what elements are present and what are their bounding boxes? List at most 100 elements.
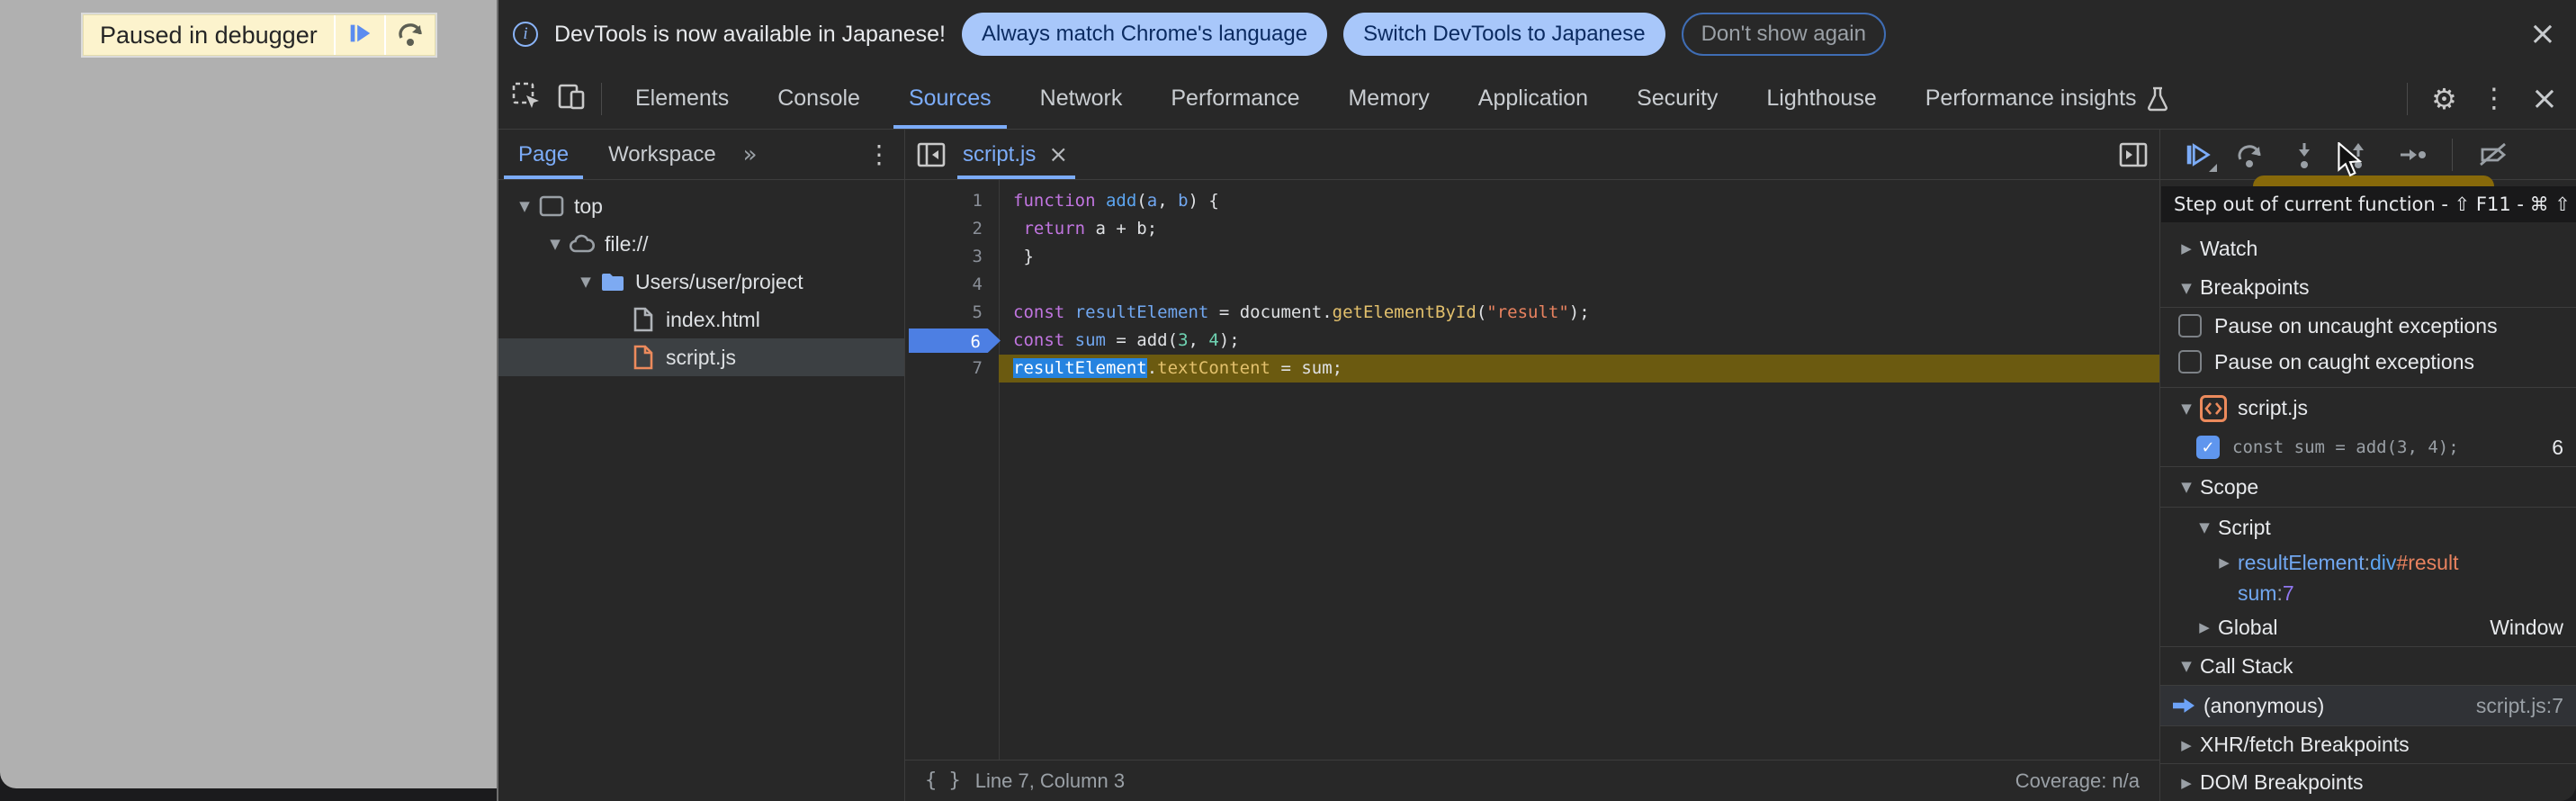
line-number-6[interactable]: 6 bbox=[905, 327, 999, 355]
step-button[interactable] bbox=[2398, 140, 2427, 169]
tree-item-script-js[interactable]: script.js bbox=[498, 338, 904, 376]
scope-section-header[interactable]: ▼ Scope bbox=[2160, 466, 2576, 508]
code-text[interactable]: function add(a, b) { bbox=[999, 187, 2159, 215]
breakpoint-line-number: 6 bbox=[2552, 436, 2563, 460]
source-code-viewer: 1function add(a, b) {2 return a + b;3 }4… bbox=[905, 180, 2159, 760]
notification-bar: i DevTools is now available in Japanese!… bbox=[498, 0, 2576, 68]
tree-item-file-protocol[interactable]: ▼ file:// bbox=[498, 225, 904, 263]
switch-devtools-japanese-button[interactable]: Switch DevTools to Japanese bbox=[1343, 13, 1665, 56]
pause-uncaught-label: Pause on uncaught exceptions bbox=[2214, 314, 2498, 338]
deactivate-breakpoints-button[interactable] bbox=[2478, 140, 2509, 169]
code-text[interactable]: } bbox=[999, 243, 2159, 271]
navigator-kebab-icon[interactable]: ⋮ bbox=[866, 140, 892, 169]
code-text[interactable] bbox=[999, 271, 2159, 299]
line-number-5[interactable]: 5 bbox=[905, 299, 999, 327]
pause-caught-checkbox[interactable] bbox=[2178, 350, 2202, 374]
call-stack-section-header[interactable]: ▼ Call Stack bbox=[2160, 646, 2576, 686]
frame-icon bbox=[538, 193, 565, 220]
file-tree: ▼ top ▼ file:// ▼ bbox=[498, 180, 904, 376]
step-over-button[interactable] bbox=[384, 15, 435, 55]
tab-application[interactable]: Application bbox=[1454, 68, 1612, 129]
collapse-debugger-sidebar-icon[interactable] bbox=[2118, 140, 2149, 170]
line-number-3[interactable]: 3 bbox=[905, 243, 999, 271]
debugger-toolbar bbox=[2160, 130, 2576, 180]
breakpoint-enabled-checkbox[interactable]: ✓ bbox=[2196, 436, 2220, 459]
tab-performance-insights[interactable]: Performance insights bbox=[1901, 68, 2194, 129]
code-text[interactable]: const resultElement = document.getElemen… bbox=[999, 299, 2159, 327]
caret-right-icon: ▶ bbox=[2173, 775, 2200, 791]
tab-memory[interactable]: Memory bbox=[1324, 68, 1453, 129]
devtools-close-icon[interactable]: × bbox=[2531, 83, 2558, 115]
inspect-element-icon[interactable] bbox=[511, 81, 542, 116]
line-number-2[interactable]: 2 bbox=[905, 215, 999, 243]
var-name: sum bbox=[2238, 581, 2276, 606]
call-stack-frame[interactable]: (anonymous) script.js:7 bbox=[2160, 686, 2576, 725]
resume-script-button[interactable] bbox=[334, 15, 384, 55]
caret-right-icon: ▶ bbox=[2173, 737, 2200, 753]
navigator-tabs: Page Workspace » ⋮ bbox=[498, 130, 904, 180]
collapse-navigator-icon[interactable] bbox=[916, 140, 947, 170]
code-text[interactable]: resultElement.textContent = sum; bbox=[999, 355, 2159, 382]
code-text[interactable]: return a + b; bbox=[999, 215, 2159, 243]
scope-label: Scope bbox=[2200, 475, 2258, 500]
more-options-kebab-icon[interactable]: ⋮ bbox=[2481, 83, 2508, 114]
always-match-language-button[interactable]: Always match Chrome's language bbox=[962, 13, 1327, 56]
pretty-print-icon[interactable]: { } bbox=[925, 770, 961, 792]
editor-tab-script-js[interactable]: script.js × bbox=[957, 130, 1084, 179]
step-into-button[interactable] bbox=[2290, 140, 2319, 169]
tab-network[interactable]: Network bbox=[1016, 68, 1147, 129]
breakpoints-section-header[interactable]: ▼ Breakpoints bbox=[2160, 268, 2576, 308]
tabbar-separator bbox=[601, 83, 602, 115]
caret-down-icon: ▼ bbox=[513, 198, 536, 214]
tree-item-project-folder[interactable]: ▼ Users/user/project bbox=[498, 263, 904, 301]
tab-page[interactable]: Page bbox=[498, 130, 588, 179]
panel-tab-strip: Elements Console SourcesNetwork Performance… bbox=[611, 68, 2194, 129]
editor-tab-close-icon[interactable]: × bbox=[1048, 143, 1068, 166]
tab-security[interactable]: Security bbox=[1612, 68, 1742, 129]
breakpoint-file-group[interactable]: ▼ script.js bbox=[2160, 387, 2576, 428]
breakpoint-badge[interactable]: 6 bbox=[909, 328, 1001, 353]
devtools-tabbar: Elements Console SourcesNetwork Performance… bbox=[498, 68, 2576, 130]
scope-script-group[interactable]: ▼ Script bbox=[2160, 508, 2576, 547]
tab-workspace[interactable]: Workspace bbox=[588, 130, 736, 179]
device-toolbar-icon[interactable] bbox=[556, 81, 587, 116]
dom-breakpoints-section-header[interactable]: ▶ DOM Breakpoints bbox=[2160, 763, 2576, 801]
line-number-4[interactable]: 4 bbox=[905, 271, 999, 299]
step-over-icon bbox=[396, 19, 425, 52]
code-text[interactable]: const sum = add(3, 4); bbox=[999, 327, 2159, 355]
dont-show-again-button[interactable]: Don't show again bbox=[1682, 13, 1886, 56]
watch-section-header[interactable]: ▶ Watch bbox=[2160, 229, 2576, 268]
scope-global-group[interactable]: ▶ Global Window bbox=[2160, 608, 2576, 646]
var-value-id: #result bbox=[2396, 551, 2458, 575]
breakpoint-entry[interactable]: ✓ const sum = add(3, 4); 6 bbox=[2160, 428, 2576, 466]
tab-performance[interactable]: Performance bbox=[1146, 68, 1324, 129]
global-label: Global bbox=[2218, 616, 2277, 640]
settings-gear-icon[interactable]: ⚙ bbox=[2431, 82, 2457, 116]
global-value: Window bbox=[2490, 616, 2563, 640]
tab-elements[interactable]: Elements bbox=[611, 68, 753, 129]
tab-label: Console bbox=[777, 86, 860, 112]
long-press-corner-icon bbox=[2209, 164, 2217, 172]
line-number-1[interactable]: 1 bbox=[905, 187, 999, 215]
tab-lighthouse[interactable]: Lighthouse bbox=[1742, 68, 1900, 129]
tab-sources[interactable]: Sources bbox=[884, 68, 1016, 129]
xhr-breakpoints-section-header[interactable]: ▶ XHR/fetch Breakpoints bbox=[2160, 725, 2576, 763]
more-tabs-chevron-icon[interactable]: » bbox=[736, 141, 765, 168]
step-over-button[interactable] bbox=[2236, 140, 2265, 169]
tree-item-index-html[interactable]: index.html bbox=[498, 301, 904, 338]
tab-label: Performance bbox=[1171, 86, 1299, 112]
notification-close-icon[interactable]: × bbox=[2529, 18, 2556, 50]
scope-var-sum[interactable]: sum: 7 bbox=[2160, 578, 2576, 608]
tree-item-top[interactable]: ▼ top bbox=[498, 187, 904, 225]
code-lines: 1function add(a, b) {2 return a + b;3 }4… bbox=[905, 187, 2159, 382]
pause-uncaught-checkbox[interactable] bbox=[2178, 314, 2202, 338]
scope-var-resultelement[interactable]: ▶ resultElement: div#result bbox=[2160, 547, 2576, 578]
xhr-breakpoints-label: XHR/fetch Breakpoints bbox=[2200, 733, 2410, 757]
caret-down-icon: ▼ bbox=[543, 236, 567, 252]
experiment-flask-icon bbox=[2146, 86, 2169, 112]
tab-label: Performance insights bbox=[1925, 86, 2137, 112]
line-number-7[interactable]: 7 bbox=[905, 355, 999, 382]
resume-script-execution-button[interactable] bbox=[2184, 141, 2211, 168]
tab-console[interactable]: Console bbox=[753, 68, 884, 129]
frame-name: (anonymous) bbox=[2204, 694, 2324, 718]
